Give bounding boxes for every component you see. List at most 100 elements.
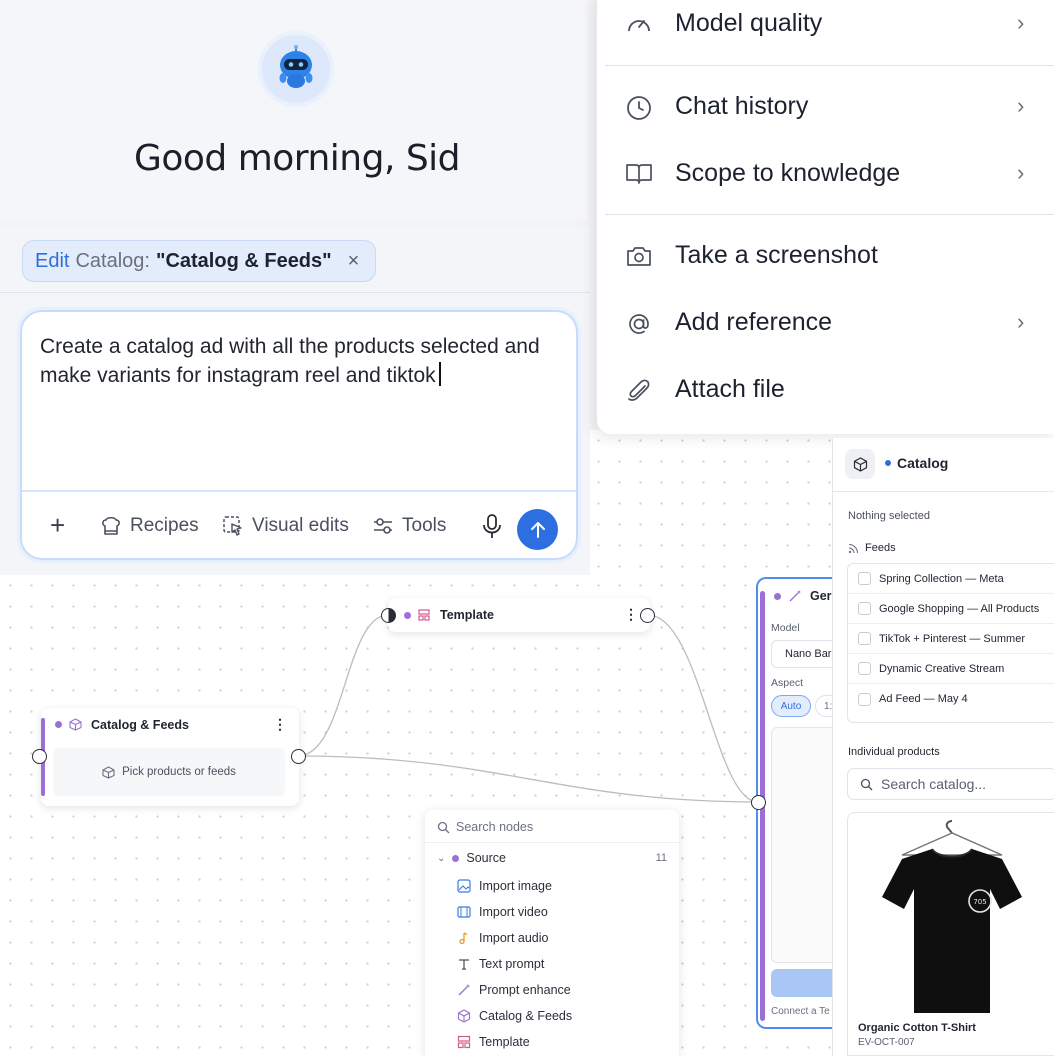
composer-options-menu: Model quality › Chat history › Scope to … <box>596 0 1054 434</box>
edge-catalog-to-template <box>297 614 389 757</box>
edge-catalog-to-generate <box>297 755 759 803</box>
node-option-label: Import video <box>479 905 548 919</box>
node-option-label: Catalog & Feeds <box>479 1009 573 1023</box>
menu-item-take-screenshot[interactable]: Take a screenshot <box>597 230 1054 280</box>
feed-row[interactable]: Dynamic Creative Stream <box>848 654 1054 684</box>
status-dot <box>885 460 891 466</box>
image-icon <box>457 879 471 893</box>
sliders-icon <box>374 518 392 534</box>
catalog-feeds-node[interactable]: Catalog & Feeds ⋮ Pick products or feeds <box>41 708 299 806</box>
prompt-text-wrap: Create a catalog ad with all the product… <box>40 332 540 390</box>
aspect-auto-chip[interactable]: Auto <box>771 695 811 717</box>
generate-input-port[interactable] <box>751 795 766 810</box>
feed-row[interactable]: TikTok + Pinterest — Summer <box>848 624 1054 654</box>
tshirt-image: 705 <box>882 820 1022 1013</box>
template-icon <box>457 1035 471 1049</box>
node-option-import-video[interactable]: Import video <box>457 905 548 919</box>
node-title: Template <box>440 608 494 622</box>
aspect-label: Aspect <box>771 677 804 689</box>
chip-name-label: "Catalog & Feeds" <box>155 249 332 272</box>
individual-products-label: Individual products <box>848 746 940 758</box>
recipes-label: Recipes <box>130 515 199 536</box>
arrow-up-icon <box>530 521 545 538</box>
context-chip[interactable]: Edit Catalog: "Catalog & Feeds" × <box>22 240 377 282</box>
robot-icon <box>279 45 313 88</box>
feed-name: Spring Collection — Meta <box>879 572 1004 585</box>
clock-icon <box>627 96 651 120</box>
cube-icon <box>853 456 867 472</box>
menu-label: Add reference <box>675 307 833 336</box>
template-input-port[interactable] <box>381 608 396 623</box>
search-nodes-input[interactable]: Search nodes <box>456 820 533 834</box>
node-option-template[interactable]: Template <box>457 1035 530 1049</box>
group-count: 11 <box>655 852 667 864</box>
status-dot <box>774 593 781 600</box>
chevron-down-icon: ⌄ <box>437 852 446 864</box>
feed-row[interactable]: Ad Feed — May 4 <box>848 684 1054 714</box>
template-node[interactable]: Template ⋮ <box>388 598 650 632</box>
node-option-label: Import audio <box>479 931 549 945</box>
panel-divider <box>833 491 1054 492</box>
add-button[interactable]: + <box>50 510 65 541</box>
visual-edits-button[interactable]: Visual edits <box>222 515 349 537</box>
select-cursor-icon <box>223 516 242 536</box>
chevron-right-icon: › <box>1017 160 1025 185</box>
catalog-search-input[interactable]: Search catalog... <box>847 768 1054 800</box>
pick-products-button[interactable]: Pick products or feeds <box>53 748 285 796</box>
book-icon <box>626 164 652 184</box>
catalog-header-icon-wrap <box>845 449 875 479</box>
magic-wand-icon <box>789 590 801 602</box>
microphone-icon <box>483 514 501 538</box>
chevron-right-icon: › <box>1017 10 1025 35</box>
feed-checkbox[interactable] <box>858 692 871 706</box>
menu-label: Take a screenshot <box>675 240 878 269</box>
gauge-icon <box>628 20 650 32</box>
prompt-input[interactable]: Create a catalog ad with all the product… <box>20 310 578 560</box>
greeting-title: Good morning, Sid <box>133 138 461 179</box>
node-option-text-prompt[interactable]: Text prompt <box>457 957 544 971</box>
camera-icon <box>627 247 651 266</box>
product-card[interactable]: 705 Organic Cotton T-Shirt EV-OCT-007 <box>847 812 1054 1056</box>
tools-label: Tools <box>402 515 447 536</box>
node-option-catalog-feeds[interactable]: Catalog & Feeds <box>457 1009 572 1023</box>
send-button[interactable] <box>517 509 558 550</box>
group-label: Source <box>466 851 506 865</box>
node-option-prompt-enhance[interactable]: Prompt enhance <box>457 983 571 997</box>
feed-row[interactable]: Google Shopping — All Products <box>848 594 1054 624</box>
menu-item-model-quality[interactable]: Model quality › <box>597 0 1054 48</box>
menu-item-add-reference[interactable]: Add reference › <box>597 297 1054 347</box>
menu-item-attach-file[interactable]: Attach file <box>597 364 1054 414</box>
feed-name: Dynamic Creative Stream <box>879 662 1005 675</box>
music-note-icon <box>459 932 468 945</box>
template-output-port[interactable] <box>640 608 655 623</box>
menu-item-scope-to-knowledge[interactable]: Scope to knowledge › <box>597 148 1054 198</box>
feed-name: Google Shopping — All Products <box>879 602 1040 615</box>
feed-name: TikTok + Pinterest — Summer <box>879 632 1025 645</box>
composer-divider <box>0 292 590 293</box>
text-caret <box>438 362 441 386</box>
menu-item-chat-history[interactable]: Chat history › <box>597 81 1054 131</box>
product-name: Organic Cotton T-Shirt <box>858 1022 976 1034</box>
recipes-button[interactable]: Recipes <box>100 515 199 537</box>
status-dot <box>452 854 460 862</box>
feed-row[interactable]: Spring Collection — Meta <box>848 564 1054 594</box>
status-dot <box>404 612 411 619</box>
feed-checkbox[interactable] <box>858 662 871 675</box>
menu-label: Scope to knowledge <box>675 158 901 187</box>
node-menu-icon[interactable]: ⋮ <box>624 606 638 623</box>
microphone-button[interactable] <box>482 513 502 539</box>
node-option-import-audio[interactable]: Import audio <box>457 931 548 945</box>
catalog-output-port[interactable] <box>291 749 306 764</box>
feed-checkbox[interactable] <box>858 572 871 585</box>
node-option-import-image[interactable]: Import image <box>457 879 552 893</box>
product-sku: EV-OCT-007 <box>858 1037 915 1048</box>
node-menu-icon[interactable]: ⋮ <box>273 716 287 733</box>
visual-edits-label: Visual edits <box>252 515 349 536</box>
source-group-header[interactable]: ⌄ Source 11 <box>437 851 667 865</box>
tools-button[interactable]: Tools <box>372 515 446 537</box>
svg-text:705: 705 <box>973 898 986 906</box>
feed-checkbox[interactable] <box>858 602 871 615</box>
feed-checkbox[interactable] <box>858 632 871 645</box>
catalog-input-port[interactable] <box>32 749 47 764</box>
chip-close-icon[interactable]: × <box>348 250 360 273</box>
